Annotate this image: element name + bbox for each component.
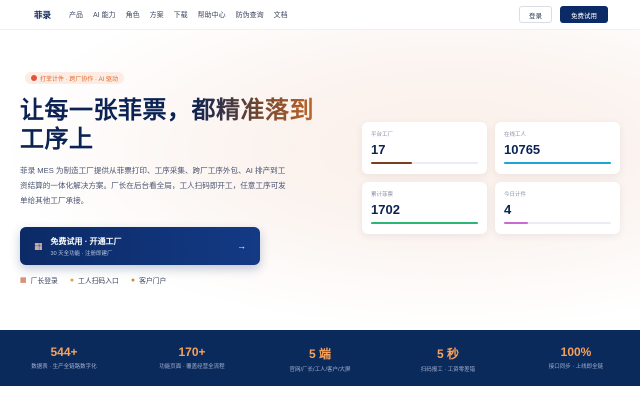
- portal-label: 厂长登录: [30, 278, 58, 285]
- worker-icon: ●: [69, 276, 75, 284]
- stat-item: 5 端 官网/厂长/工人/客户/大屏: [256, 330, 384, 386]
- footer-strip: [0, 386, 640, 400]
- metric-progress-track: [371, 162, 478, 164]
- metric-progress-fill: [371, 162, 412, 164]
- nav-item-product[interactable]: 产品: [69, 10, 83, 20]
- stat-label: 扫码报工 · 工资零差错: [420, 367, 476, 373]
- top-navigation: 菲录 产品 AI 能力 角色 方案 下载 帮助中心 防伪查询 文档 登录 免费试…: [0, 0, 640, 30]
- portal-label: 客户门户: [139, 278, 167, 285]
- metric-progress-fill: [504, 162, 611, 164]
- hero-badge: 打菲计件 · 跨厂协作 · AI 驱动: [25, 72, 125, 84]
- arrow-right-icon: →: [237, 241, 246, 251]
- factory-icon: ▦: [20, 277, 27, 284]
- metric-card-factories: 平台工厂 17: [362, 122, 487, 174]
- target-icon: [31, 75, 37, 81]
- cta-open-factory-button[interactable]: ▦ 免费试用 · 开通工厂 30 天全功能 · 注册即建厂 →: [20, 227, 260, 265]
- headline-accent: 都精准落到: [191, 97, 314, 124]
- nav-item-download[interactable]: 下载: [174, 10, 188, 20]
- portal-label: 工人扫码入口: [78, 278, 119, 285]
- nav-item-ai[interactable]: AI 能力: [93, 10, 116, 20]
- stat-label: 接口同步 · 上线即全链: [548, 364, 604, 370]
- stat-item: 100% 接口同步 · 上线即全链: [512, 330, 640, 386]
- metric-progress-track: [371, 222, 478, 224]
- customer-icon: ●: [130, 276, 136, 284]
- metric-value: 4: [504, 202, 512, 217]
- stat-label: 官网/厂长/工人/客户/大屏: [289, 367, 351, 373]
- stat-item: 170+ 功能页面 · 覆盖经营全流程: [128, 330, 256, 386]
- nav-item-solutions[interactable]: 方案: [150, 10, 164, 20]
- stat-item: 5 秒 扫码报工 · 工资零差错: [384, 330, 512, 386]
- portal-factory-login[interactable]: ▦ 厂长登录: [20, 275, 58, 285]
- metric-value: 17: [371, 142, 386, 157]
- stat-value: 544+: [50, 345, 78, 359]
- headline-line2: 工序上: [20, 126, 94, 153]
- metric-progress-fill: [504, 222, 528, 224]
- nav-item-roles[interactable]: 角色: [126, 10, 140, 20]
- metric-progress-fill: [371, 222, 478, 224]
- cta-subtitle: 30 天全功能 · 注册即建厂: [50, 250, 113, 257]
- brand-logo[interactable]: 菲录: [34, 9, 51, 21]
- hero-badge-text: 打菲计件 · 跨厂协作 · AI 驱动: [40, 76, 119, 83]
- metric-card-tickets: 累计菲票 1702: [362, 182, 487, 234]
- stat-label: 功能页面 · 覆盖经营全流程: [159, 364, 225, 370]
- portal-links: ▦ 厂长登录 ● 工人扫码入口 ● 客户门户: [20, 275, 167, 286]
- stat-value: 100%: [560, 345, 592, 359]
- stat-value: 5 秒: [436, 347, 459, 361]
- cta-title: 免费试用 · 开通工厂: [50, 236, 122, 246]
- stat-value: 170+: [178, 345, 206, 359]
- metric-label: 今日计件: [504, 192, 527, 198]
- headline-plain: 让每一张菲票，: [20, 97, 192, 124]
- metric-value: 10765: [504, 142, 541, 157]
- stat-item: 544+ 数据表 · 生产全链路数字化: [0, 330, 128, 386]
- login-button[interactable]: 登录: [519, 6, 552, 23]
- metric-card-workers: 在线工人 10765: [495, 122, 620, 174]
- stat-value: 5 端: [308, 347, 331, 361]
- portal-customer[interactable]: ● 客户门户: [130, 275, 167, 286]
- hero-description: 菲录 MES 为制造工厂提供从菲票打印、工序采集、跨厂工序外包、AI 排产到工资…: [20, 166, 286, 205]
- metric-value: 1702: [371, 202, 400, 217]
- nav-item-help[interactable]: 帮助中心: [198, 10, 226, 20]
- portal-worker-scan[interactable]: ● 工人扫码入口: [69, 275, 119, 286]
- nav-actions: 登录 免费试用: [519, 6, 608, 23]
- metric-progress-track: [504, 162, 611, 164]
- free-trial-button[interactable]: 免费试用: [560, 6, 608, 23]
- metric-label: 平台工厂: [371, 132, 394, 138]
- factory-icon: ▦: [34, 240, 43, 251]
- metric-card-today: 今日计件 4: [495, 182, 620, 234]
- metric-progress-track: [504, 222, 611, 224]
- metric-label: 累计菲票: [371, 192, 394, 198]
- metric-label: 在线工人: [504, 132, 527, 138]
- nav-item-anti-fake[interactable]: 防伪查询: [236, 10, 264, 20]
- cta-texts: 免费试用 · 开通工厂 30 天全功能 · 注册即建厂: [51, 236, 237, 257]
- nav-item-docs[interactable]: 文档: [274, 10, 288, 20]
- stats-band: 544+ 数据表 · 生产全链路数字化 170+ 功能页面 · 覆盖经营全流程 …: [0, 330, 640, 386]
- hero-headline: 让每一张菲票，都精准落到 工序上: [20, 96, 320, 154]
- stat-label: 数据表 · 生产全链路数字化: [31, 364, 97, 370]
